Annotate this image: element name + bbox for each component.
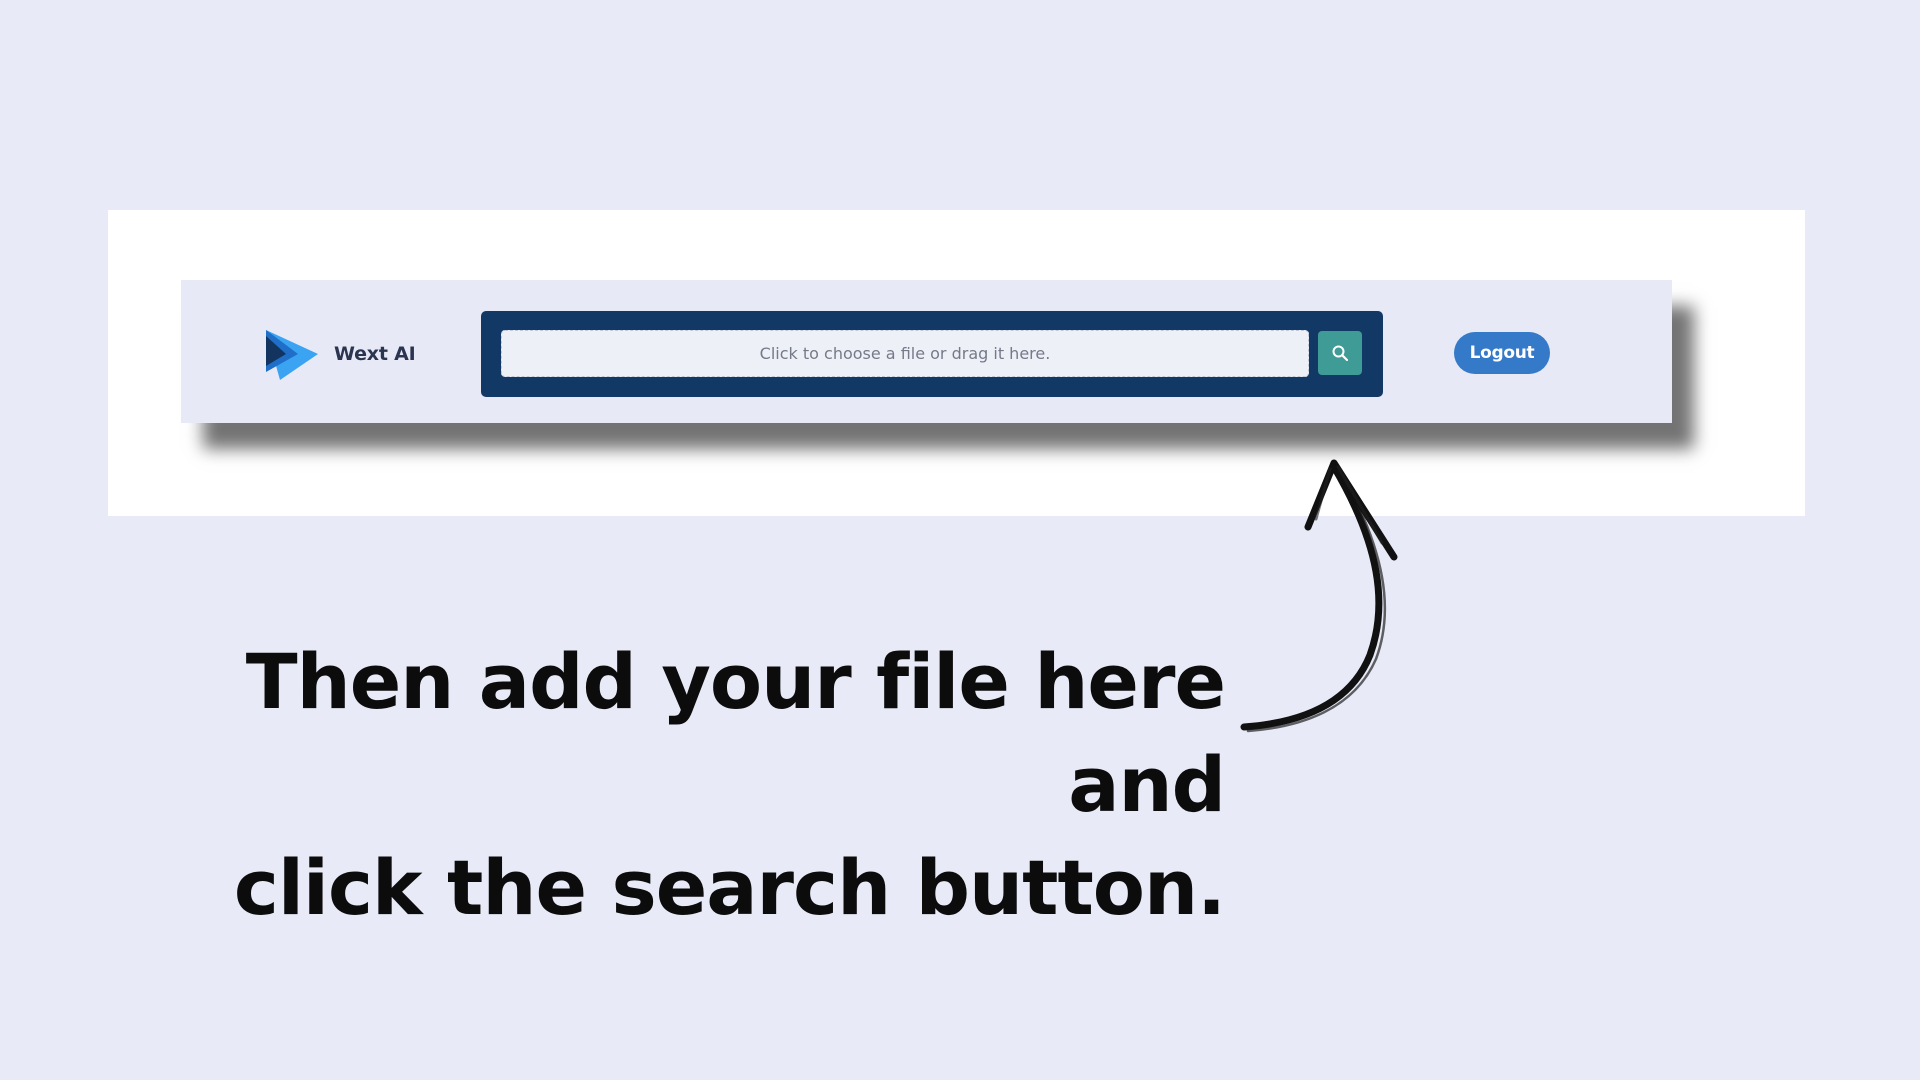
- instruction-line-1: Then add your file here and: [245, 637, 1226, 829]
- curved-arrow-icon: [1240, 459, 1398, 733]
- instruction-line-2: click the search button.: [233, 843, 1226, 932]
- logout-button[interactable]: Logout: [1454, 332, 1550, 374]
- search-button[interactable]: [1318, 331, 1362, 375]
- instruction-text: Then add your file here and click the se…: [120, 630, 1226, 939]
- play-logo-icon: [266, 330, 318, 380]
- app-header: Wext AI Click to choose a file or drag i…: [181, 280, 1672, 423]
- search-icon: [1332, 345, 1349, 362]
- brand-name: Wext AI: [334, 343, 416, 365]
- file-search-bar: Click to choose a file or drag it here.: [481, 311, 1383, 397]
- logo[interactable]: Wext AI: [262, 326, 416, 382]
- file-drop-zone[interactable]: Click to choose a file or drag it here.: [501, 330, 1309, 377]
